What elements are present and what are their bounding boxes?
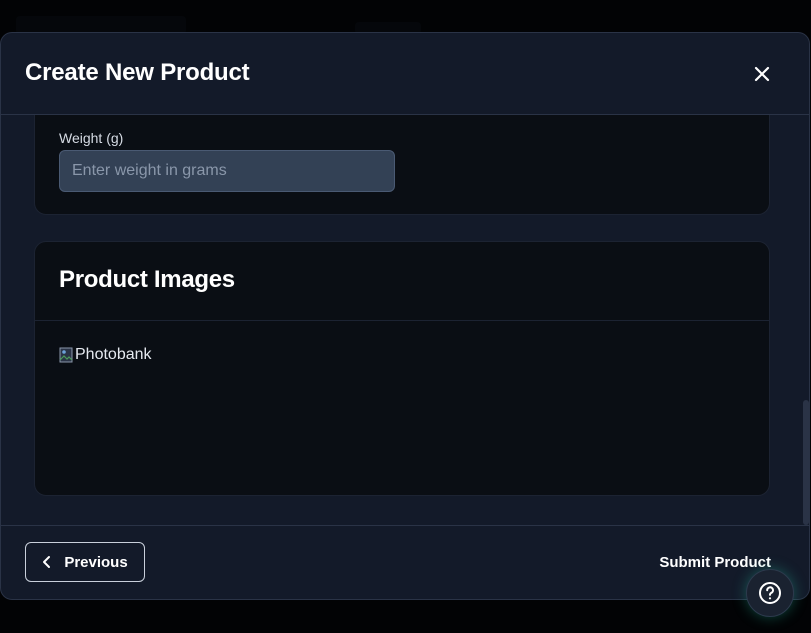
broken-image-icon: [59, 347, 73, 363]
previous-button-label: Previous: [64, 553, 128, 571]
modal-footer: Previous Submit Product: [1, 525, 809, 599]
product-images-header: Product Images: [35, 242, 769, 321]
modal-scrollbar[interactable]: [803, 400, 809, 525]
product-image-alt-text: Photobank: [75, 346, 152, 363]
submit-product-button[interactable]: Submit Product: [659, 554, 771, 571]
create-product-modal: Create New Product Weight (g) Product Im…: [0, 32, 810, 600]
weight-input[interactable]: [59, 150, 395, 192]
close-button[interactable]: [751, 63, 773, 85]
modal-header: Create New Product: [1, 33, 809, 115]
product-images-title: Product Images: [59, 266, 235, 293]
close-icon: [754, 66, 770, 82]
weight-label: Weight (g): [59, 130, 124, 146]
help-button[interactable]: [746, 569, 794, 617]
product-images-card: Product Images Photobank: [34, 241, 770, 496]
modal-title: Create New Product: [25, 59, 250, 86]
product-image[interactable]: Photobank: [59, 346, 152, 364]
previous-button[interactable]: Previous: [25, 542, 145, 582]
shipping-details-card: Weight (g): [34, 115, 770, 215]
modal-body[interactable]: Weight (g) Product Images Photobank: [1, 115, 809, 527]
help-circle-icon: [759, 582, 781, 604]
chevron-left-icon: [43, 556, 51, 568]
